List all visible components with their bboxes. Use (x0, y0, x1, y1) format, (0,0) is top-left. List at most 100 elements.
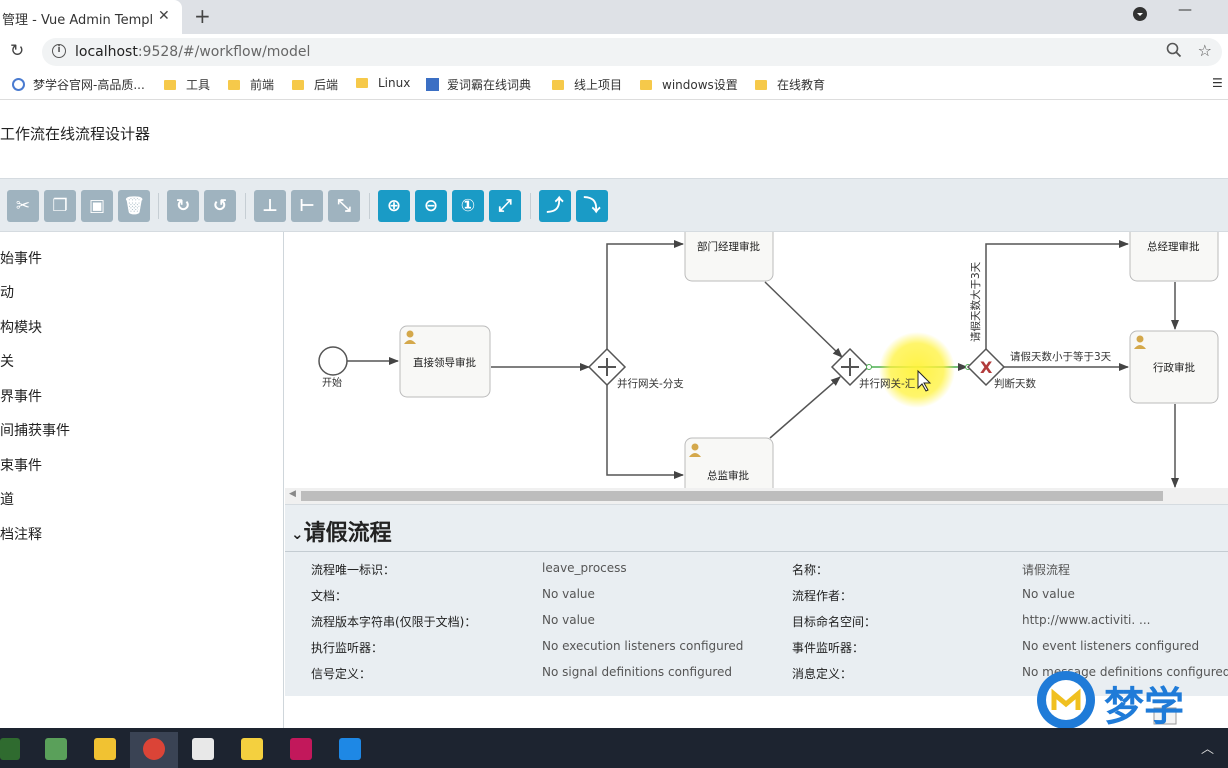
task-director[interactable]: 总监审批 (684, 437, 774, 488)
scissors-icon: ✂ (15, 196, 31, 216)
folder-icon (292, 79, 304, 90)
zoom-fit-button[interactable]: ⤢ (489, 190, 521, 222)
remove-bendpoint-button[interactable]: ⤵ (576, 190, 608, 222)
info-icon[interactable]: i (52, 44, 66, 58)
bookmark-item[interactable]: Linux (356, 76, 410, 90)
canvas-horizontal-scrollbar[interactable]: ◀ (285, 488, 1228, 504)
palette-group[interactable]: 束事件 (0, 455, 42, 475)
property-label: 目标命名空间： (792, 615, 877, 629)
align-horizontal-button[interactable]: ⊢ (291, 190, 323, 222)
new-tab-button[interactable]: + (194, 4, 211, 28)
task-dept-manager[interactable]: 部门经理审批 (684, 232, 774, 282)
taskbar-notepad[interactable] (32, 732, 80, 768)
vscode-icon (339, 738, 361, 760)
bookmark-item[interactable]: 前端 (228, 76, 274, 93)
profiler-icon (0, 738, 20, 760)
taskbar-app-yellow[interactable] (228, 732, 276, 768)
palette-group[interactable]: 始事件 (0, 248, 42, 268)
property-value[interactable]: leave_process (542, 561, 627, 575)
flow-split-to-dept[interactable] (606, 240, 684, 349)
delete-button[interactable]: 🗑 (118, 190, 150, 222)
palette-group[interactable]: 档注释 (0, 524, 42, 544)
task-direct-leader[interactable]: 直接领导审批 (399, 325, 491, 398)
property-value[interactable]: No signal definitions configured (542, 665, 732, 679)
undo-button[interactable]: ↺ (204, 190, 236, 222)
property-label: 事件监听器： (792, 641, 865, 655)
property-value[interactable]: No execution listeners configured (542, 639, 743, 653)
property-value[interactable]: No value (542, 587, 595, 601)
flow-split-to-director[interactable] (606, 385, 684, 479)
align-vertical-button[interactable]: ⊥ (254, 190, 286, 222)
palette-group[interactable]: 动 (0, 282, 14, 302)
reload-icon[interactable]: ↻ (10, 41, 24, 61)
tray-expand-icon[interactable]: ︿ (1201, 738, 1214, 757)
toolbar-separator (158, 193, 159, 219)
property-value[interactable]: No value (542, 613, 595, 627)
explorer-icon (94, 738, 116, 760)
task-label: 总经理审批 (1147, 240, 1200, 253)
scroll-left-icon[interactable]: ◀ (289, 489, 296, 499)
chevron-down-icon[interactable]: ⌄ (291, 525, 304, 543)
divider (285, 551, 1228, 552)
bookmark-item[interactable]: 在线教育 (755, 76, 825, 93)
taskbar-vscode[interactable] (326, 732, 374, 768)
taskbar-intellij[interactable] (277, 732, 325, 768)
browser-tab[interactable]: 管理 - Vue Admin Template ✕ (0, 0, 182, 34)
folder-icon (228, 79, 240, 90)
bookmark-item[interactable]: 爱词霸在线词典 (426, 76, 531, 93)
flow-more-than-3[interactable] (985, 240, 1129, 349)
property-value[interactable]: 请假流程 (1022, 561, 1070, 578)
property-value[interactable]: No value (1022, 587, 1075, 601)
start-event[interactable] (318, 346, 348, 376)
properties-title[interactable]: ⌄请假流程 (291, 515, 392, 547)
process-canvas[interactable]: 开始 直接领导审批 并行网关-分支 部门经理审批 总监审批 并行网关-汇 X 判… (285, 232, 1228, 488)
bookmark-item[interactable]: 工具 (164, 76, 210, 93)
bookmark-item[interactable]: 线上项目 (552, 76, 622, 93)
bookmark-item[interactable]: 梦学谷官网-高品质... (12, 76, 145, 93)
scrollbar-thumb[interactable] (301, 491, 1163, 501)
search-icon[interactable] (1166, 42, 1182, 62)
process-name: 请假流程 (303, 521, 392, 546)
reading-list-icon[interactable]: ☰ (1212, 76, 1223, 90)
task-general-manager[interactable]: 总经理审批 (1129, 232, 1219, 282)
palette-group[interactable]: 界事件 (0, 386, 42, 406)
typora-icon (192, 738, 214, 760)
property-value[interactable]: http://www.activiti. ... (1022, 613, 1150, 627)
taskbar-chrome[interactable] (130, 732, 178, 768)
bookmark-label: 梦学谷官网-高品质... (33, 78, 145, 92)
url-text[interactable]: localhost:9528/#/workflow/model (75, 44, 310, 60)
bookmark-item[interactable]: windows设置 (640, 76, 738, 93)
task-label: 行政审批 (1153, 361, 1195, 374)
bookmark-star-icon[interactable]: ☆ (1198, 41, 1212, 60)
flow-dept-to-join[interactable] (764, 281, 843, 358)
taskbar-explorer[interactable] (81, 732, 129, 768)
minimize-icon[interactable]: — (1178, 2, 1192, 18)
task-admin[interactable]: 行政审批 (1129, 330, 1219, 404)
palette-group[interactable]: 构模块 (0, 317, 42, 337)
paste-button[interactable]: ▣ (81, 190, 113, 222)
bookmark-item[interactable]: 后端 (292, 76, 338, 93)
cut-button[interactable]: ✂ (7, 190, 39, 222)
palette-group[interactable]: 间捕获事件 (0, 420, 70, 440)
tab-close-icon[interactable]: ✕ (158, 8, 170, 24)
redo-button[interactable]: ↻ (167, 190, 199, 222)
zoom-out-button[interactable]: ⊖ (415, 190, 447, 222)
zoom-in-button[interactable]: ⊕ (378, 190, 410, 222)
bookmark-label: 线上项目 (574, 78, 623, 92)
url-host: localhost (75, 44, 138, 60)
property-value[interactable]: No event listeners configured (1022, 639, 1199, 653)
copy-button[interactable]: ❐ (44, 190, 76, 222)
taskbar-typora[interactable] (179, 732, 227, 768)
same-size-button[interactable]: ⤡ (328, 190, 360, 222)
zoom-actual-button[interactable]: ① (452, 190, 484, 222)
zoom-actual-icon: ① (460, 196, 476, 216)
property-label: 文档： (311, 589, 348, 603)
flow-director-to-join[interactable] (769, 376, 841, 439)
profile-menu-icon[interactable] (1132, 6, 1148, 26)
add-bendpoint-button[interactable]: ⤴ (539, 190, 571, 222)
palette-group[interactable]: 道 (0, 489, 14, 509)
address-bar[interactable]: i localhost:9528/#/workflow/model ☆ (42, 38, 1222, 66)
task-label: 直接领导审批 (413, 356, 476, 369)
cursor-highlight (879, 332, 955, 408)
palette-group[interactable]: 关 (0, 351, 14, 371)
